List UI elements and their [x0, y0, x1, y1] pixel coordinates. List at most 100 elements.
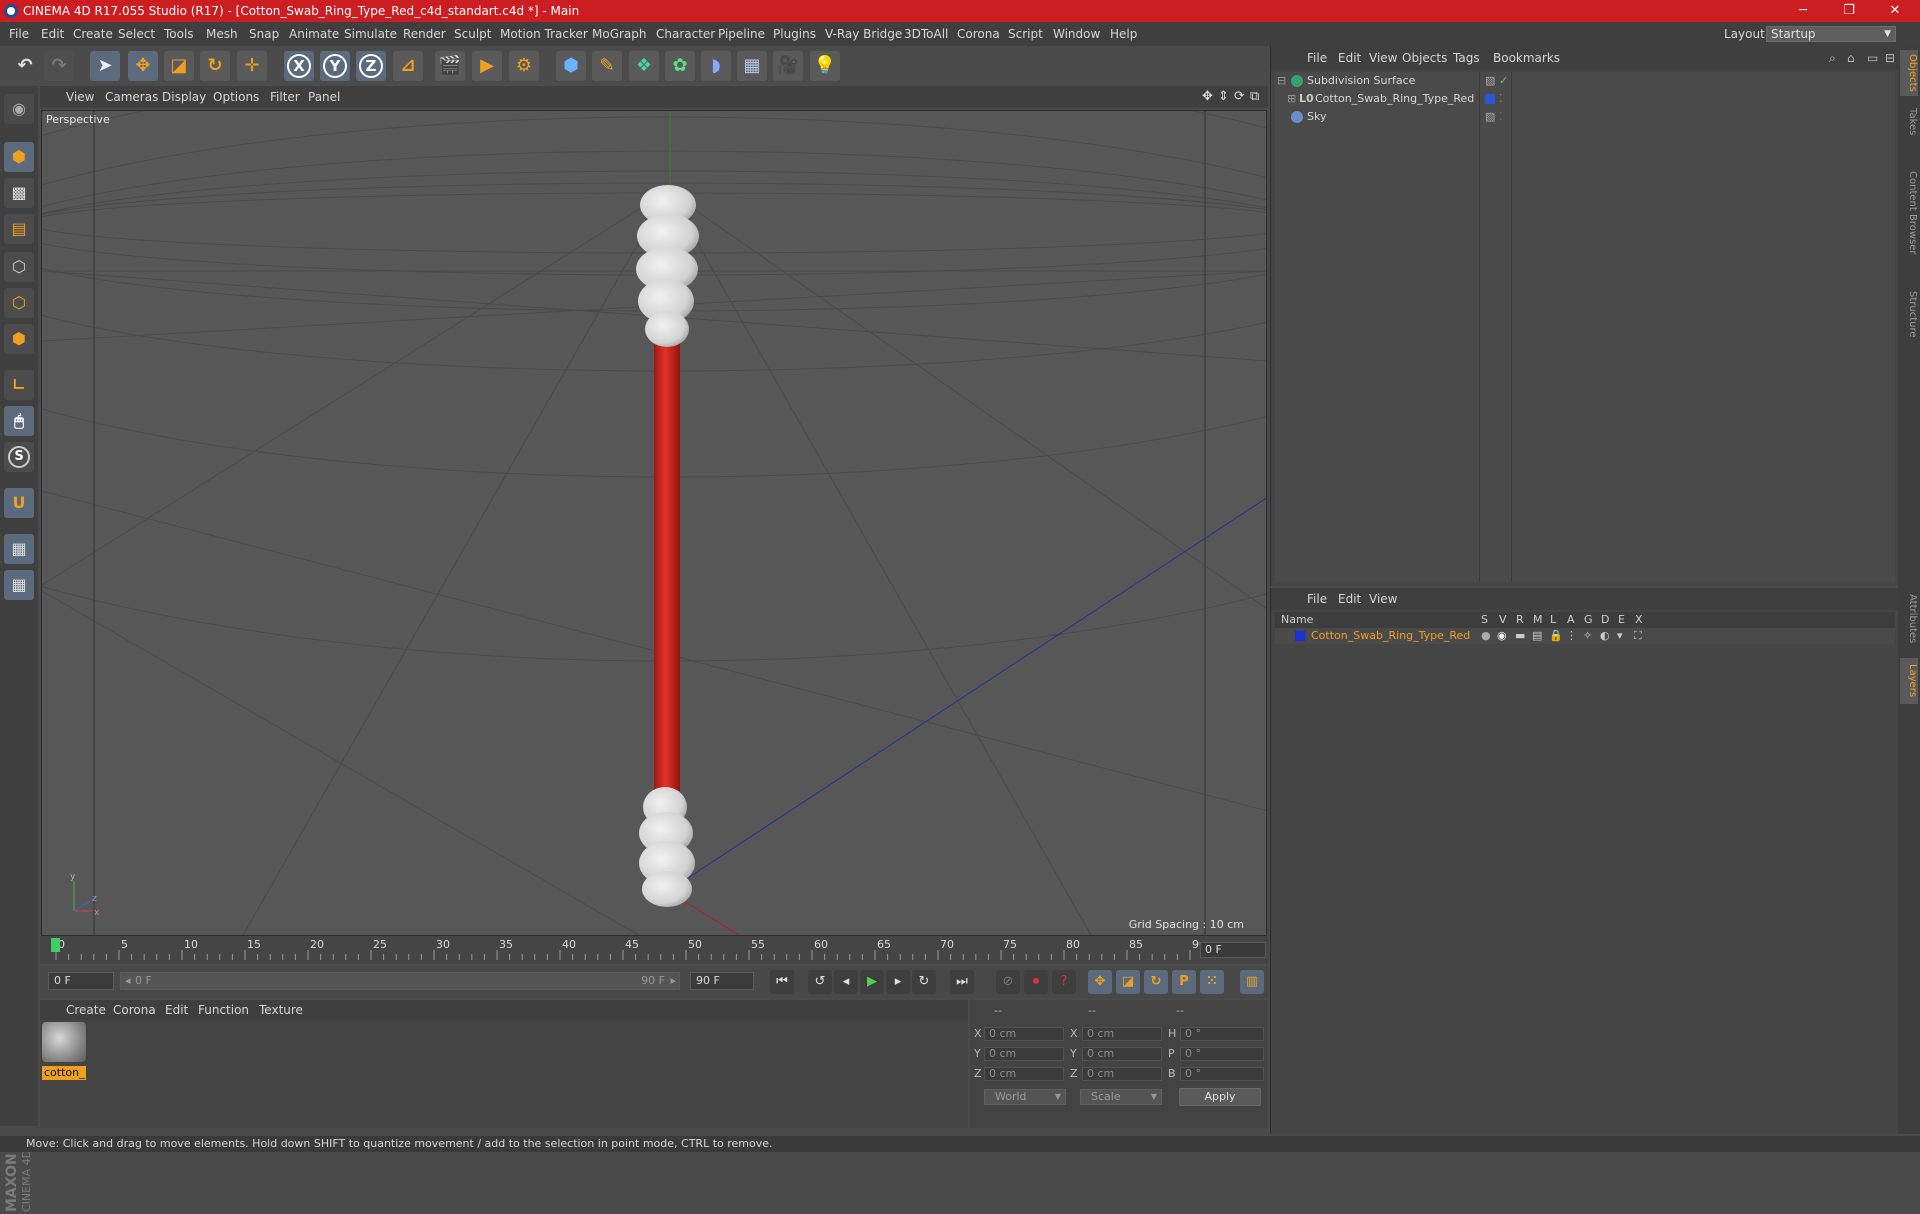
key-point-level-button[interactable]: ⁙ — [1200, 970, 1224, 994]
coord-rot-b-field[interactable]: 0 ° — [1180, 1067, 1264, 1081]
viewport-menu-view[interactable]: View — [66, 86, 94, 108]
texture-mode-button[interactable]: ▩ — [4, 178, 34, 208]
viewport-rotate-icon[interactable]: ⟳ — [1234, 86, 1245, 108]
scale-tool-button[interactable]: ◪ — [164, 51, 194, 81]
home-icon[interactable]: ⌂ — [1847, 46, 1855, 70]
motion-record-button[interactable]: ⊘ — [996, 970, 1020, 994]
tab-objects[interactable]: Objects — [1900, 50, 1918, 96]
coord-pos-y-field[interactable]: 0 cm — [984, 1047, 1064, 1061]
menu-corona[interactable]: Corona — [957, 22, 1000, 46]
apply-button[interactable]: Apply — [1179, 1088, 1261, 1106]
material-menu-function[interactable]: Function — [198, 1000, 249, 1020]
lock-y-axis-button[interactable]: Y — [320, 51, 350, 81]
coord-size-z-field[interactable]: 0 cm — [1082, 1067, 1162, 1081]
model-mode-button[interactable]: ⬢ — [4, 142, 34, 172]
preview-range-slider[interactable]: ◂ 0 F 90 F ▸ — [120, 972, 680, 990]
start-frame-field[interactable]: 0 F — [48, 972, 114, 990]
object-menu-view[interactable]: View — [1369, 46, 1397, 70]
add-subdivision-button[interactable]: ❖ — [629, 51, 659, 81]
tab-takes[interactable]: Takes — [1900, 102, 1918, 142]
material-menu-edit[interactable]: Edit — [165, 1000, 188, 1020]
lock-x-axis-button[interactable]: X — [284, 51, 314, 81]
layer-render-icon[interactable]: ▬ — [1515, 628, 1525, 644]
close-button[interactable]: ✕ — [1872, 0, 1918, 22]
menu-file[interactable]: File — [9, 22, 29, 46]
tab-attributes[interactable]: Attributes — [1900, 586, 1918, 652]
search-icon[interactable]: ⌕ — [1829, 46, 1836, 70]
coord-pos-z-field[interactable]: 0 cm — [984, 1067, 1064, 1081]
viewport-menu-panel[interactable]: Panel — [308, 86, 340, 108]
object-row-cotton-swab[interactable]: ⊞ L0 Cotton_Swab_Ring_Type_Red ⁚ — [1275, 90, 1895, 108]
editor-visibility-icon[interactable]: ▧ — [1485, 108, 1495, 126]
layer-row[interactable]: Cotton_Swab_Ring_Type_Red ● ◉ ▬ ▤ 🔒 ⋮ ✧ … — [1275, 628, 1895, 644]
layer-menu-edit[interactable]: Edit — [1338, 588, 1361, 610]
new-view-icon[interactable]: ▭ — [1867, 46, 1878, 70]
menu-mograph[interactable]: MoGraph — [592, 22, 647, 46]
layer-animation-icon[interactable]: ⋮ — [1566, 628, 1577, 644]
menu-edit[interactable]: Edit — [41, 22, 64, 46]
menu-script[interactable]: Script — [1008, 22, 1043, 46]
key-parameter-button[interactable]: P — [1172, 970, 1196, 994]
material-thumbnail[interactable] — [42, 1022, 86, 1062]
lock-workplane-button[interactable]: ▦ — [4, 534, 34, 564]
points-mode-button[interactable]: ⬡ — [4, 252, 34, 282]
menu-simulate[interactable]: Simulate — [344, 22, 397, 46]
menu-plugins[interactable]: Plugins — [773, 22, 816, 46]
key-scale-button[interactable]: ◪ — [1116, 970, 1140, 994]
layer-color-swatch[interactable] — [1485, 94, 1495, 104]
menu-sculpt[interactable]: Sculpt — [454, 22, 491, 46]
object-row-sky[interactable]: Sky ▧ ⁚ — [1275, 108, 1895, 126]
previous-frame-button[interactable]: ◂ — [834, 970, 858, 994]
layer-deformer-icon[interactable]: ◐ — [1600, 628, 1610, 644]
menu-tools[interactable]: Tools — [164, 22, 194, 46]
move-tool-button[interactable]: ✥ — [128, 51, 158, 81]
layer-menu-file[interactable]: File — [1307, 588, 1327, 610]
viewport-menu-cameras[interactable]: Cameras — [105, 86, 158, 108]
visibility-dots-icon[interactable]: ⁚ — [1499, 108, 1503, 126]
layer-manager-icon[interactable]: ▤ — [1532, 628, 1542, 644]
workplane-mode-button[interactable]: ▤ — [4, 214, 34, 244]
add-deformer-button[interactable]: ◗ — [701, 51, 731, 81]
layer-name[interactable]: Cotton_Swab_Ring_Type_Red — [1311, 628, 1470, 644]
coordinate-system-button[interactable]: ⊿ — [393, 51, 423, 81]
menu-create[interactable]: Create — [73, 22, 113, 46]
rotate-tool-button[interactable]: ↻ — [200, 51, 230, 81]
go-to-start-button[interactable]: ⏮ — [770, 970, 794, 994]
coord-pos-x-field[interactable]: 0 cm — [984, 1027, 1064, 1041]
layer-xref-icon[interactable]: ⛶ — [1634, 628, 1642, 644]
planar-workplane-button[interactable]: ▦ — [4, 570, 34, 600]
tree-expand-icon[interactable]: ⊞ — [1287, 90, 1296, 108]
layer-color-swatch[interactable] — [1295, 631, 1305, 641]
add-camera-button[interactable]: 🎥 — [773, 51, 803, 81]
axis-mode-button[interactable]: ∟ — [4, 370, 34, 400]
add-light-button[interactable]: 💡 — [810, 51, 840, 81]
coord-size-y-field[interactable]: 0 cm — [1082, 1047, 1162, 1061]
menu-3dtoall[interactable]: 3DToAll — [904, 22, 948, 46]
coordinate-system-dropdown[interactable]: World ▼ — [984, 1089, 1066, 1105]
go-to-end-button[interactable]: ⏭ — [950, 970, 974, 994]
viewport-menu-display[interactable]: Display — [162, 86, 206, 108]
enabled-check-icon[interactable]: ✓ — [1499, 72, 1508, 90]
restore-button[interactable]: ❐ — [1826, 0, 1872, 22]
auto-keying-button[interactable]: ? — [1052, 970, 1076, 994]
layer-expression-icon[interactable]: ▾ — [1617, 628, 1623, 644]
coord-rot-p-field[interactable]: 0 ° — [1180, 1047, 1264, 1061]
menu-snap[interactable]: Snap — [249, 22, 279, 46]
live-selection-button[interactable]: ➤ — [90, 51, 120, 81]
object-menu-objects[interactable]: Objects — [1402, 46, 1447, 70]
object-menu-bookmarks[interactable]: Bookmarks — [1493, 46, 1560, 70]
menu-window[interactable]: Window — [1053, 22, 1100, 46]
collapse-icon[interactable]: ⊟ — [1885, 46, 1895, 70]
layer-solo-toggle[interactable]: ● — [1481, 628, 1491, 644]
menu-mesh[interactable]: Mesh — [206, 22, 238, 46]
layout-dropdown[interactable]: Startup ▼ — [1766, 26, 1896, 42]
coord-size-x-field[interactable]: 0 cm — [1082, 1027, 1162, 1041]
menu-help[interactable]: Help — [1110, 22, 1137, 46]
render-view-button[interactable]: 🎬 — [435, 51, 465, 81]
magnet-button[interactable]: U — [4, 488, 34, 518]
tweak-mode-button[interactable]: 🖱 — [4, 406, 34, 436]
object-menu-tags[interactable]: Tags — [1453, 46, 1480, 70]
viewport-menu-filter[interactable]: Filter — [270, 86, 300, 108]
layer-lock-icon[interactable]: 🔒 — [1549, 628, 1563, 644]
material-name[interactable]: cotton_ — [42, 1066, 86, 1080]
